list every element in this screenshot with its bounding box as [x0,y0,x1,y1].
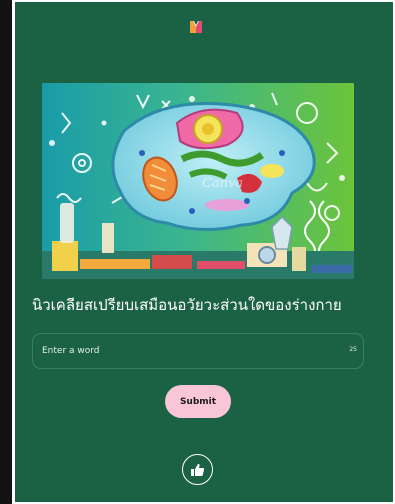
left-edge-bar [0,0,12,504]
watermark-text: Canva [202,176,243,191]
thumbs-up-icon [191,463,205,476]
submit-button[interactable]: Submit [165,385,231,418]
animal-cell-illustration: Canva [42,83,354,279]
quiz-card: Canva นิวเคลียสเปรียบเสมือนอวัยวะส่วนใดข… [15,2,393,502]
answer-input[interactable] [33,334,363,368]
char-limit-counter: 25 [349,346,357,353]
question-text: นิวเคลียสเปรียบเสมือนอวัยวะส่วนใดของร่าง… [32,296,342,314]
answer-input-container: 25 [32,333,364,369]
m-logo-icon [190,20,202,33]
screen: Canva นิวเคลียสเปรียบเสมือนอวัยวะส่วนใดข… [0,0,395,504]
like-button[interactable] [182,454,213,485]
